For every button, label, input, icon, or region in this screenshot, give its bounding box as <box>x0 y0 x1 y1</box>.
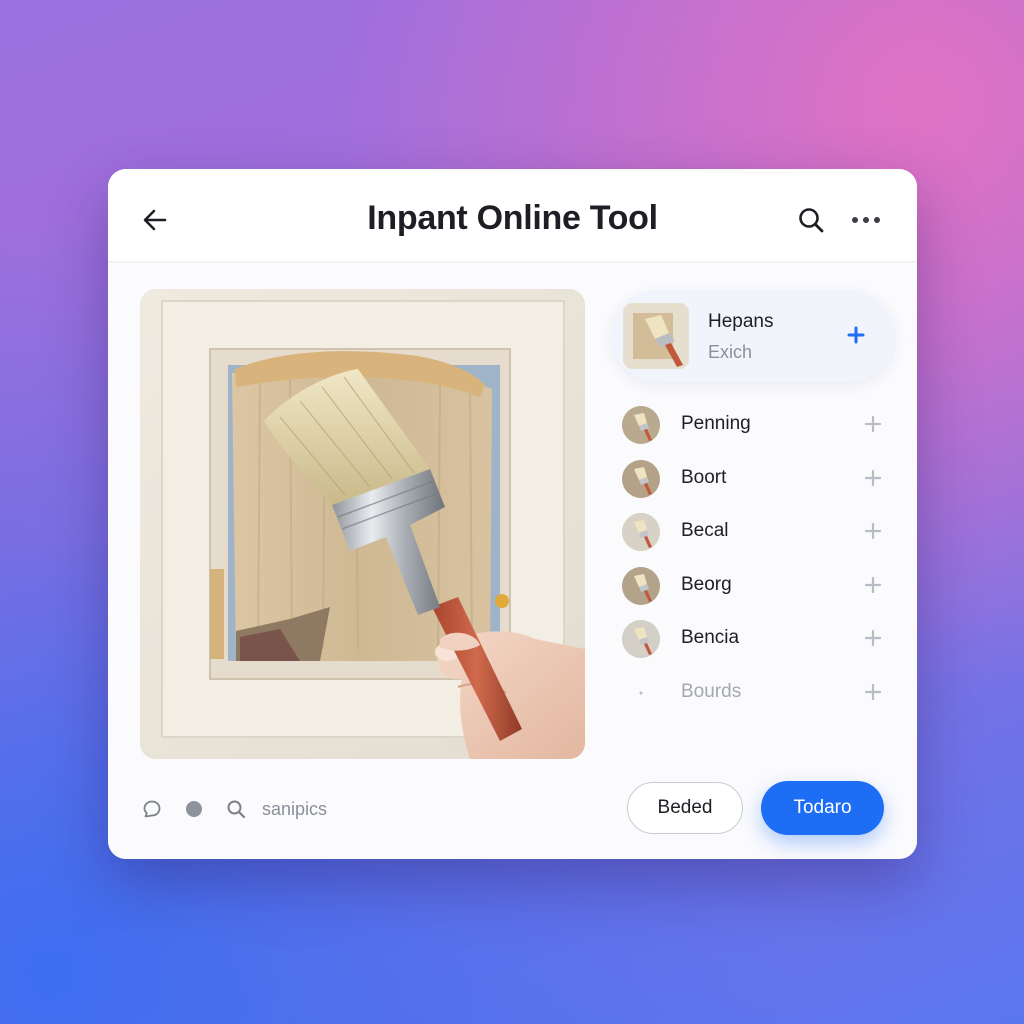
footer-toolbar: sanipics <box>140 796 327 822</box>
list-item[interactable]: Bourds <box>611 665 895 719</box>
status-dot-button[interactable] <box>182 797 206 821</box>
header-bar: Inpant Online Tool <box>108 169 917 263</box>
chat-button[interactable] <box>140 797 164 821</box>
plus-icon <box>865 416 881 432</box>
beded-button[interactable]: Beded <box>627 782 743 834</box>
add-layer-button[interactable] <box>861 573 885 597</box>
plus-icon <box>865 469 881 486</box>
image-canvas[interactable] <box>140 289 585 759</box>
layer-thumbnail <box>622 620 660 659</box>
paintbrush-painting-image <box>140 289 585 759</box>
plus-icon <box>865 576 881 593</box>
layer-thumbnail <box>622 459 660 498</box>
add-layer-button[interactable] <box>861 519 885 543</box>
add-layer-button[interactable] <box>861 626 885 650</box>
layer-label: Penning <box>681 413 751 434</box>
layer-label: Becal <box>681 520 729 542</box>
active-layer-card[interactable]: Hepans Exich <box>611 290 895 382</box>
chat-bubble-icon <box>143 800 161 818</box>
layer-thumbnail <box>622 406 660 444</box>
layer-label: Beorg <box>681 573 732 595</box>
list-item[interactable]: Bencia <box>611 611 895 665</box>
list-item[interactable]: Boort <box>611 451 895 505</box>
app-window: Inpant Online Tool Hepans Exich Penning … <box>108 169 917 859</box>
layer-thumbnail <box>622 566 660 605</box>
active-layer-title: Hepans <box>708 311 774 332</box>
search-button[interactable] <box>794 203 828 237</box>
list-item[interactable]: Beorg <box>611 558 895 612</box>
footer-search-text[interactable]: sanipics <box>262 799 327 820</box>
active-layer-thumbnail <box>623 303 689 369</box>
search-icon <box>799 208 824 233</box>
dot-icon <box>186 801 202 817</box>
layer-thumbnail <box>622 674 660 712</box>
footer-search-button[interactable] <box>224 797 248 821</box>
layer-label: Bencia <box>681 627 740 649</box>
search-icon <box>227 800 246 819</box>
active-layer-subtitle: Exich <box>708 342 753 362</box>
add-layer-button[interactable] <box>861 412 885 436</box>
add-layer-button[interactable] <box>861 466 885 490</box>
layer-label: Bourds <box>681 680 742 702</box>
layer-list: Penning Boort Becal Beorg Bencia Bourds <box>611 397 895 719</box>
list-item[interactable]: Penning <box>611 397 895 451</box>
plus-icon <box>865 683 881 700</box>
more-button[interactable] <box>848 203 884 237</box>
layer-thumbnail <box>622 513 660 552</box>
todaro-button[interactable]: Todaro <box>761 781 884 835</box>
list-item[interactable]: Becal <box>611 504 895 558</box>
more-horizontal-icon <box>852 217 880 223</box>
layer-label: Boort <box>681 466 727 488</box>
add-active-layer-button[interactable] <box>841 320 871 350</box>
plus-icon <box>847 326 865 344</box>
plus-icon <box>865 523 881 540</box>
add-layer-button[interactable] <box>861 680 885 704</box>
plus-icon <box>865 630 881 647</box>
